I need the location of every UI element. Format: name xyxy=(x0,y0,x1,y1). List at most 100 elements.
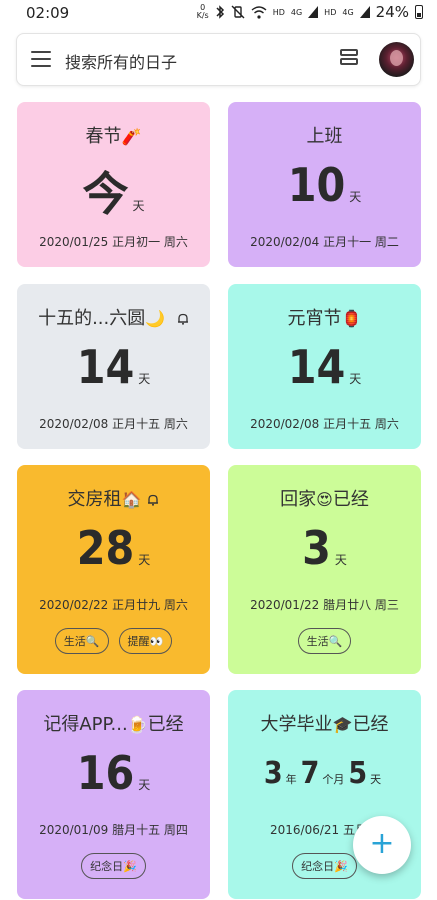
card-count-unit: 天 xyxy=(138,778,151,792)
card-date: 2020/02/04 正月十一 周二 xyxy=(250,235,399,249)
card-day-unit: 天 xyxy=(370,773,382,786)
house-icon: 🏠 xyxy=(121,490,142,509)
menu-icon[interactable] xyxy=(31,51,51,67)
card-title-text: 春节 xyxy=(85,126,122,147)
card-title-text: 元宵节 xyxy=(287,308,342,329)
event-card[interactable]: 上班 10 天 2020/02/04 正月十一 周二 xyxy=(228,102,421,267)
event-card[interactable]: 交房租🏠 28 天 2020/02/22 正月廿九 周六 生活🔍 提醒👀 xyxy=(17,465,210,674)
wifi-icon xyxy=(251,5,267,19)
card-count-value: 10 xyxy=(287,158,346,212)
card-count-unit: 天 xyxy=(138,553,151,567)
card-date: 2020/02/08 正月十五 周六 xyxy=(39,417,188,431)
heart-eyes-icon: 😍 xyxy=(316,490,333,509)
card-month-unit: 个月 xyxy=(322,773,345,786)
card-title: 回家😍已经 xyxy=(228,485,421,511)
card-title: 上班 xyxy=(228,122,421,148)
network-type-2: 4G xyxy=(342,7,354,17)
bluetooth-icon xyxy=(216,5,224,19)
view-toggle-icon[interactable] xyxy=(340,49,360,69)
tag-list: 生活🔍 xyxy=(228,628,421,654)
card-title-text: 上班 xyxy=(306,126,343,147)
beer-icon: 🍺 xyxy=(127,715,148,734)
card-count-value: 今 xyxy=(82,167,129,221)
card-count: 今天 xyxy=(17,158,210,224)
vibrate-off-icon xyxy=(231,5,245,19)
signal-icon xyxy=(359,6,370,18)
battery-percent: 24% xyxy=(375,3,409,21)
search-bar[interactable]: 搜索所有的日子 xyxy=(16,33,421,86)
card-count: 3天 xyxy=(228,521,421,575)
card-count-days: 5 xyxy=(348,756,368,791)
card-year-unit: 年 xyxy=(285,773,297,786)
tag-chip[interactable]: 生活🔍 xyxy=(297,628,352,654)
card-count-unit: 天 xyxy=(334,553,347,567)
card-date: 2020/02/08 正月十五 周六 xyxy=(250,417,399,431)
card-count-value: 14 xyxy=(287,340,346,394)
plus-icon: + xyxy=(369,826,395,861)
card-count-unit: 天 xyxy=(349,372,362,386)
card-title-text: 交房租 xyxy=(67,489,122,510)
graduation-cap-icon: 🎓 xyxy=(332,715,353,734)
event-card[interactable]: 元宵节🏮 14 天 2020/02/08 正月十五 周六 xyxy=(228,284,421,449)
status-bar: 02:09 0 K/s HD 4G HD 4G 24% xyxy=(0,0,437,28)
battery-icon xyxy=(415,5,423,19)
card-count-years: 3 xyxy=(263,756,283,791)
card-count-value: 14 xyxy=(76,340,135,394)
network-speed-unit: K/s xyxy=(196,11,209,20)
bell-icon xyxy=(148,494,159,506)
card-count-unit: 天 xyxy=(349,190,362,204)
card-count-value: 3 xyxy=(302,521,331,575)
bell-icon xyxy=(177,313,188,325)
tag-list: 纪念日🎉 xyxy=(17,853,210,879)
card-title: 春节🧨 xyxy=(17,122,210,148)
card-count-unit: 天 xyxy=(132,199,145,213)
card-count-months: 7 xyxy=(300,756,320,791)
event-card[interactable]: 十五的...六圆🌙 14 天 2020/02/08 正月十五 周六 xyxy=(17,284,210,449)
add-event-button[interactable]: + xyxy=(353,816,411,874)
card-date: 2020/01/25 正月初一 周六 xyxy=(39,235,188,249)
tag-chip[interactable]: 生活🔍 xyxy=(54,628,109,654)
card-title-text: 大学毕业 xyxy=(260,714,333,735)
card-title-suffix: 已经 xyxy=(332,489,369,510)
status-icons: 0 K/s HD 4G HD 4G 24% xyxy=(197,3,423,21)
tag-list: 生活🔍 提醒👀 xyxy=(17,628,210,654)
status-time: 02:09 xyxy=(26,4,70,22)
card-title: 元宵节🏮 xyxy=(228,304,421,330)
card-date: 2020/02/22 正月廿九 周六 xyxy=(39,598,188,612)
card-count: 3 年 7 个月 5 天 xyxy=(228,756,421,791)
card-count: 10 天 xyxy=(228,158,421,212)
search-input[interactable]: 搜索所有的日子 xyxy=(65,49,177,73)
card-title-text: 回家 xyxy=(280,489,317,510)
card-count: 14 天 xyxy=(228,340,421,394)
card-count-value: 28 xyxy=(76,521,135,575)
card-date: 2020/01/09 腊月十五 周四 xyxy=(39,823,188,837)
card-title-suffix: 已经 xyxy=(352,714,389,735)
tag-chip[interactable]: 纪念日🎉 xyxy=(81,853,146,879)
card-count: 28 天 xyxy=(17,521,210,575)
moon-icon: 🌙 xyxy=(145,309,166,328)
tag-chip[interactable]: 提醒👀 xyxy=(118,628,173,654)
card-title-suffix: 已经 xyxy=(147,714,184,735)
card-title: 大学毕业🎓已经 xyxy=(228,710,421,736)
lantern-icon: 🏮 xyxy=(341,309,362,328)
card-title-text: 十五的...六圆 xyxy=(38,308,146,329)
card-title: 十五的...六圆🌙 xyxy=(17,304,210,330)
tag-chip[interactable]: 纪念日🎉 xyxy=(292,853,357,879)
hd-badge-1: HD xyxy=(272,7,285,17)
hd-badge-2: HD xyxy=(324,7,337,17)
network-speed: 0 K/s xyxy=(197,4,209,20)
card-count-value: 16 xyxy=(76,746,135,800)
event-card[interactable]: 记得APP...🍺已经 16 天 2020/01/09 腊月十五 周四 纪念日🎉 xyxy=(17,690,210,899)
card-title: 记得APP...🍺已经 xyxy=(17,710,210,736)
card-date: 2020/01/22 腊月廿八 周三 xyxy=(250,598,399,612)
firecracker-icon: 🧨 xyxy=(121,127,142,146)
event-card[interactable]: 春节🧨 今天 2020/01/25 正月初一 周六 xyxy=(17,102,210,267)
card-count: 14 天 xyxy=(17,340,210,394)
card-title: 交房租🏠 xyxy=(17,485,210,511)
avatar[interactable] xyxy=(379,42,414,77)
network-type-1: 4G xyxy=(290,7,303,17)
card-title-text: 记得APP... xyxy=(43,714,128,735)
signal-icon xyxy=(308,6,319,18)
card-count-unit: 天 xyxy=(138,372,151,386)
event-card[interactable]: 回家😍已经 3天 2020/01/22 腊月廿八 周三 生活🔍 xyxy=(228,465,421,674)
